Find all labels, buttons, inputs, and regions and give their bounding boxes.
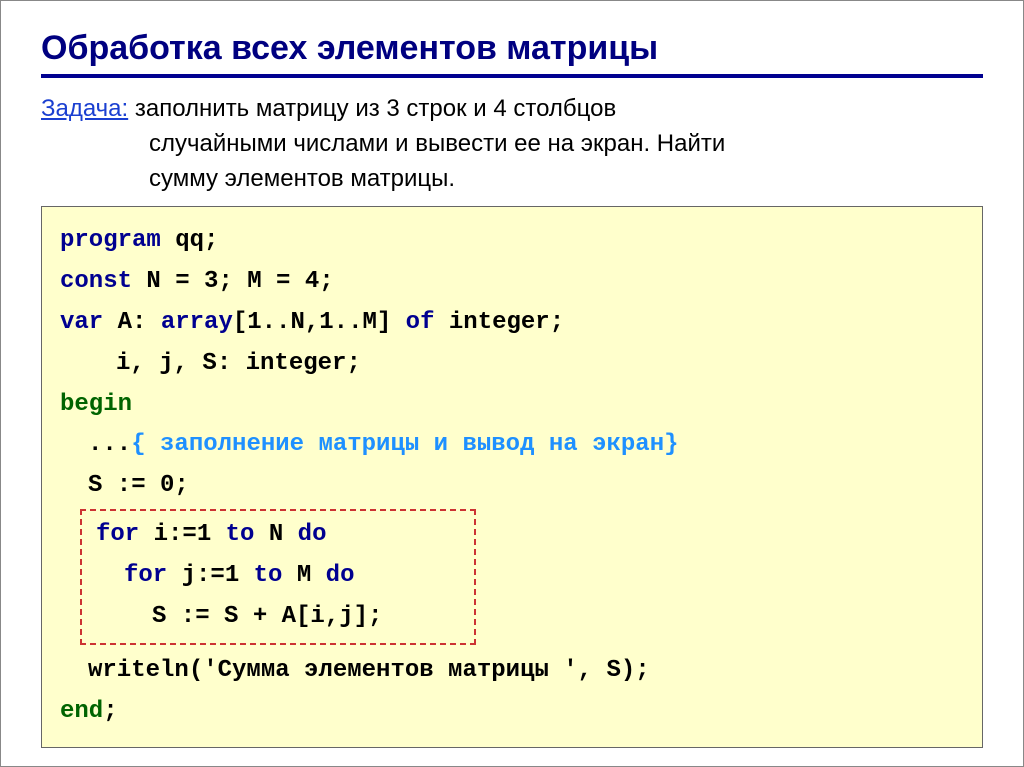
code-line: i, j, S: integer;	[60, 344, 964, 385]
keyword-begin: begin	[60, 391, 132, 418]
highlighted-loop-block: for i:=1 to N do for j:=1 to M do S := S…	[80, 509, 476, 645]
code-text: ;	[103, 698, 117, 725]
code-text: i:=1	[139, 521, 225, 548]
code-dots: ...	[60, 425, 131, 466]
code-line: for j:=1 to M do	[88, 556, 468, 597]
keyword-const: const	[60, 268, 132, 295]
keyword-to: to	[254, 562, 283, 589]
keyword-for: for	[96, 521, 139, 548]
code-text: S := S + A[i,j];	[152, 603, 382, 630]
code-text: qq;	[161, 227, 219, 254]
code-text: M	[282, 562, 325, 589]
slide: Обработка всех элементов матрицы Задача:…	[0, 0, 1024, 767]
keyword-for: for	[124, 562, 167, 589]
keyword-end: end	[60, 698, 103, 725]
code-line: begin	[60, 385, 964, 426]
code-line: S := S + A[i,j];	[88, 597, 468, 638]
code-line: writeln('Сумма элементов матрицы ', S);	[60, 651, 964, 692]
code-text: A:	[103, 309, 161, 336]
code-line: end;	[60, 692, 964, 733]
code-comment: { заполнение матрицы и вывод на экран}	[131, 431, 678, 458]
keyword-do: do	[326, 562, 355, 589]
code-line: S := 0;	[60, 466, 964, 507]
task-line1: заполнить матрицу из 3 строк и 4 столбцо…	[135, 95, 616, 122]
code-line: program qq;	[60, 221, 964, 262]
task-description: Задача: заполнить матрицу из 3 строк и 4…	[41, 92, 983, 196]
keyword-program: program	[60, 227, 161, 254]
code-text: integer;	[434, 309, 564, 336]
slide-title: Обработка всех элементов матрицы	[41, 29, 983, 78]
code-line: const N = 3; M = 4;	[60, 262, 964, 303]
code-text: i, j, S: integer;	[60, 344, 361, 385]
keyword-var: var	[60, 309, 103, 336]
task-line3: сумму элементов матрицы.	[41, 162, 983, 197]
code-line: ... { заполнение матрицы и вывод на экра…	[60, 425, 964, 466]
keyword-to: to	[226, 521, 255, 548]
keyword-of: of	[406, 309, 435, 336]
code-text: writeln('Сумма элементов матрицы ', S);	[60, 651, 650, 692]
code-block: program qq; const N = 3; M = 4; var A: a…	[41, 206, 983, 748]
code-text: N	[254, 521, 297, 548]
keyword-do: do	[298, 521, 327, 548]
task-line2: случайными числами и вывести ее на экран…	[41, 127, 983, 162]
code-text: [1..N,1..M]	[233, 309, 406, 336]
code-text: S := 0;	[60, 466, 189, 507]
code-line: var A: array[1..N,1..M] of integer;	[60, 303, 964, 344]
code-text: j:=1	[167, 562, 253, 589]
task-label: Задача:	[41, 95, 128, 122]
code-line: for i:=1 to N do	[88, 515, 468, 556]
keyword-array: array	[161, 309, 233, 336]
code-text: N = 3; M = 4;	[132, 268, 334, 295]
